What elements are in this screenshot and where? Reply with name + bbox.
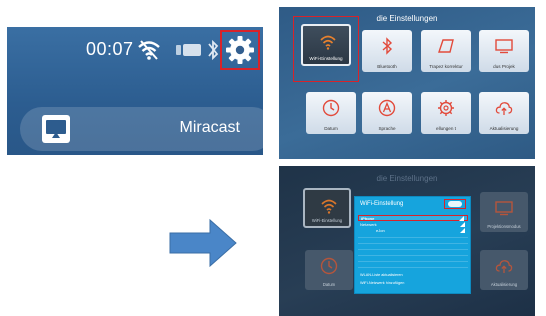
divider <box>358 255 468 256</box>
tile-label: Aktualisierung <box>489 126 519 131</box>
tile-keystone[interactable]: Trapez korrektur <box>421 30 471 72</box>
language-icon <box>378 99 396 117</box>
cloud-update-icon <box>495 260 513 273</box>
miracast-button[interactable]: Miracast <box>20 107 263 151</box>
clock-time: 00:07 <box>86 39 134 59</box>
tile-label: Projektionsmodus <box>487 224 521 229</box>
tile-label: Datum <box>322 282 336 287</box>
divider <box>358 249 468 250</box>
divider <box>358 267 468 268</box>
divider <box>358 237 468 238</box>
tile-label: Datum <box>324 126 338 131</box>
tile-update[interactable]: Aktualisierung <box>480 250 528 290</box>
tile-label: dus Projek <box>493 64 515 69</box>
clock-icon <box>320 257 338 275</box>
tile-label: ellungen t <box>436 126 456 131</box>
wifi-icon <box>321 199 337 214</box>
tile-projection[interactable]: dus Projek <box>479 30 529 72</box>
tile-projection[interactable]: Projektionsmodus <box>480 192 528 232</box>
settings-menu-panel: die Einstellungen WiFi-Einstellung Bluet… <box>279 7 535 159</box>
network-row[interactable]: iPhone <box>358 215 468 221</box>
divider <box>358 243 468 244</box>
wifi-dialog-title: WiFi-Einstellung <box>360 201 404 207</box>
projection-icon <box>495 39 513 54</box>
miracast-label: Miracast <box>179 119 240 136</box>
highlight-box-gear <box>220 30 260 70</box>
wifi-dialog: WiFi-Einstellung iPhone Netzwerk eJon WL… <box>354 196 471 294</box>
network-name: Netzwerk <box>360 222 377 227</box>
battery-icon <box>176 44 201 56</box>
tile-wifi-settings[interactable]: WiFi-Einstellung <box>303 188 351 228</box>
refresh-wlan-list-button[interactable]: WLAN-Liste aktualisieren <box>360 273 403 277</box>
tile-settings[interactable]: ellungen t <box>421 92 471 134</box>
settings-icon <box>438 100 454 116</box>
bluetooth-icon <box>208 39 219 61</box>
projection-icon <box>495 201 513 216</box>
tile-label: Bluetooth <box>377 64 397 69</box>
status-bar-panel: 00:07 Miracast <box>7 27 263 155</box>
tile-update[interactable]: Aktualisierung <box>479 92 529 134</box>
tile-label: Sprache <box>378 126 396 131</box>
tile-bluetooth[interactable]: Bluetooth <box>362 30 412 72</box>
highlight-box-wifi-tile <box>293 16 359 82</box>
wifi-signal-icon <box>460 228 465 233</box>
tile-date[interactable]: Datum <box>305 250 353 290</box>
cast-icon <box>42 115 70 143</box>
divider <box>358 261 468 262</box>
tile-label: Trapez korrektur <box>429 64 463 69</box>
arrow-right-icon <box>169 218 237 268</box>
cloud-update-icon <box>495 102 513 115</box>
clock-icon <box>322 99 340 117</box>
tile-label: WiFi-Einstellung <box>311 218 343 223</box>
wifi-signal-icon <box>460 222 465 227</box>
network-row[interactable]: eJon <box>358 228 468 234</box>
keystone-icon <box>438 39 454 53</box>
wifi-settings-panel: die Einstellungen WiFi-Einstellung Proje… <box>279 166 535 316</box>
tile-label: Aktualisierung <box>490 282 518 287</box>
tile-language[interactable]: Sprache <box>362 92 412 134</box>
settings-title: die Einstellungen <box>376 174 438 183</box>
network-name: eJon <box>376 228 385 233</box>
wifi-signal-icon <box>459 216 464 221</box>
bluetooth-icon <box>382 37 393 55</box>
highlight-box-wifi-toggle <box>444 199 466 209</box>
tile-date[interactable]: Datum <box>306 92 356 134</box>
wifi-off-icon <box>138 40 160 60</box>
network-name: iPhone <box>361 216 375 221</box>
add-wifi-network-button[interactable]: WiFi-Netzwerk hinzufügen <box>360 281 404 285</box>
